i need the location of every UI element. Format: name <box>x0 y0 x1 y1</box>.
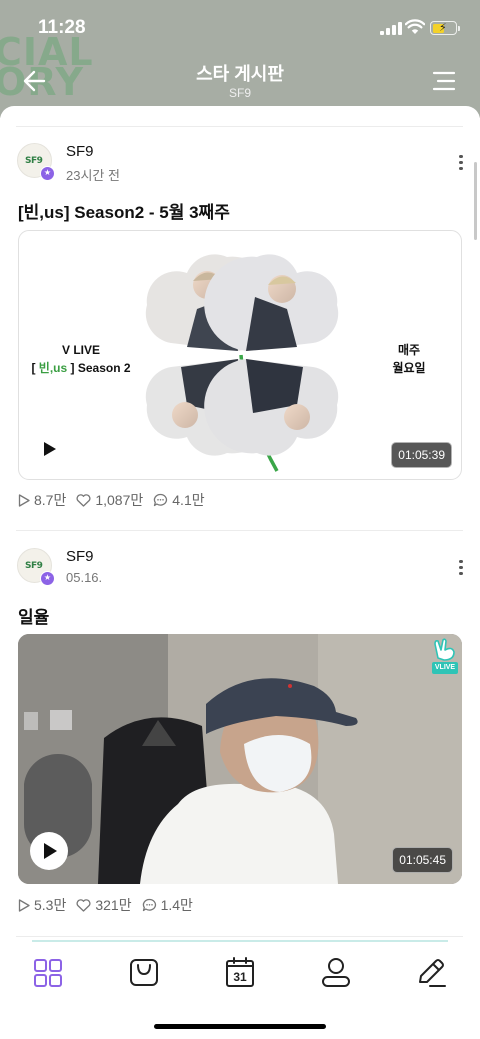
clover-leaf <box>204 359 339 456</box>
like-button[interactable]: 1,087만 <box>76 490 143 510</box>
comment-icon <box>154 493 168 507</box>
comment-button[interactable]: 1.4만 <box>142 895 193 915</box>
play-icon[interactable] <box>43 441 57 457</box>
play-count: 5.3만 <box>18 895 66 915</box>
post-stats: 8.7만 1,087만 4.1만 <box>18 490 205 510</box>
star-badge-icon: ★ <box>40 571 55 586</box>
comment-count: 4.1만 <box>172 492 205 508</box>
play-outline-icon <box>18 493 30 507</box>
bottom-navigation: 31 <box>0 940 480 1039</box>
post-stats: 5.3만 321만 1.4만 <box>18 895 193 915</box>
comment-icon <box>142 898 156 912</box>
season-text: ] Season 2 <box>67 361 131 375</box>
divider <box>16 530 463 531</box>
home-indicator[interactable] <box>154 1024 326 1029</box>
charging-bolt-icon: ⚡ <box>439 22 447 34</box>
schedule-line: 매주 <box>397 343 421 357</box>
profile-icon[interactable] <box>316 953 356 993</box>
promo-caption: V LIVE [ 빈,us ] Season 2 <box>19 341 143 377</box>
heart-icon <box>76 493 91 507</box>
wifi-icon <box>405 19 425 34</box>
video-duration: 01:05:39 <box>391 442 452 468</box>
status-time: 11:28 <box>38 17 86 38</box>
vlive-label: VLIVE <box>432 662 458 674</box>
nav-accent-line <box>32 940 448 942</box>
clover-artwork <box>145 254 339 472</box>
page-title: 스타 게시판 <box>196 64 284 84</box>
page-subtitle: SF9 <box>228 86 251 100</box>
like-count: 1,087만 <box>95 492 144 508</box>
play-count-value: 5.3만 <box>34 897 67 913</box>
scrollbar[interactable] <box>474 162 477 240</box>
comment-button[interactable]: 4.1만 <box>153 490 205 510</box>
avatar[interactable]: SF9 ★ <box>17 143 55 181</box>
schedule-caption: 매주 월요일 <box>369 341 449 377</box>
sf9-logo: SF9 <box>25 156 43 166</box>
play-count: 8.7만 <box>18 490 66 510</box>
play-button[interactable] <box>30 832 68 870</box>
show-name: 빈,us <box>38 361 68 375</box>
write-icon[interactable] <box>410 953 450 993</box>
schedule-line: 월요일 <box>392 361 426 375</box>
calendar-day: 31 <box>233 970 247 984</box>
calendar-icon[interactable]: 31 <box>220 953 260 993</box>
more-options-icon[interactable] <box>452 557 470 577</box>
video-duration: 01:05:45 <box>392 847 453 873</box>
clover-leaf <box>204 254 339 351</box>
post-title[interactable]: 일율 <box>18 603 49 628</box>
vlive-hand-icon <box>434 638 455 661</box>
grid-icon[interactable] <box>28 953 68 993</box>
post-author[interactable]: SF9 <box>66 548 94 565</box>
vlive-badge: VLIVE <box>432 638 458 676</box>
promo-line: V LIVE <box>61 343 100 357</box>
play-count-value: 8.7만 <box>34 492 67 508</box>
avatar[interactable]: SF9 ★ <box>17 548 55 586</box>
app-header: CIAL ORY 11:28 ⚡ 스타 게시판 SF9 <box>0 0 480 118</box>
more-options-icon[interactable] <box>452 152 470 172</box>
bracket-text: [ <box>31 361 39 375</box>
post-time: 23시간 전 <box>66 168 120 183</box>
promo-line: [ 빈,us ] Season 2 <box>19 359 143 377</box>
post-title[interactable]: [빈,us] Season2 - 5월 3째주 <box>18 198 230 223</box>
hamburger-menu-icon[interactable] <box>432 70 456 92</box>
heart-icon <box>76 898 91 912</box>
video-thumbnail[interactable]: V LIVE [ 빈,us ] Season 2 매주 월요일 01:05:39 <box>18 230 462 480</box>
comment-count: 1.4만 <box>160 897 193 913</box>
like-button[interactable]: 321만 <box>76 895 132 915</box>
sf9-logo: SF9 <box>25 561 43 571</box>
battery-icon: ⚡ <box>430 21 460 35</box>
post-author[interactable]: SF9 <box>66 143 94 160</box>
divider <box>16 936 463 937</box>
post-time: 05.16. <box>66 570 103 585</box>
shop-bag-icon[interactable] <box>124 953 164 993</box>
post-feed[interactable]: SF9 ★ SF9 23시간 전 [빈,us] Season2 - 5월 3째주 <box>0 106 480 940</box>
video-thumbnail[interactable]: VLIVE 01:05:45 <box>18 634 462 884</box>
play-icon <box>44 843 57 859</box>
divider <box>16 126 463 127</box>
cellular-signal-icon <box>380 22 402 35</box>
status-bar: 11:28 ⚡ <box>0 0 480 56</box>
play-outline-icon <box>18 898 30 912</box>
star-badge-icon: ★ <box>40 166 55 181</box>
like-count: 321만 <box>95 897 132 913</box>
